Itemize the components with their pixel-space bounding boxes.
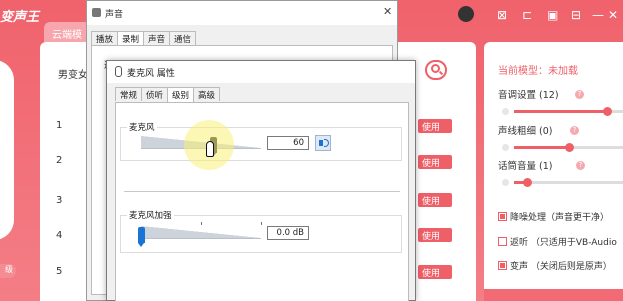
mic-properties-title: 麦克风 属性 <box>127 69 175 79</box>
mic-properties-tabs: 常规 侦听 级别 高级 <box>115 87 221 102</box>
bottom-bar <box>484 289 623 301</box>
mic-boost-label: 麦克风加强 <box>127 209 174 221</box>
use-button[interactable]: 使用 <box>418 155 452 169</box>
screen-icon[interactable]: ▣ <box>547 8 558 22</box>
speaker-icon <box>319 140 323 146</box>
video-icon[interactable]: ⊏ <box>522 8 532 22</box>
close-icon[interactable]: ✕ <box>383 5 392 18</box>
use-button[interactable]: 使用 <box>418 119 452 133</box>
checkbox-label: 降噪处理（声音更干净） <box>510 213 610 223</box>
mic-volume-slider-knob[interactable] <box>523 178 533 187</box>
help-icon[interactable]: ? <box>575 90 584 99</box>
mic-level-label: 麦克风 <box>127 121 157 133</box>
avatar[interactable] <box>458 6 474 22</box>
help-icon[interactable]: ? <box>570 126 579 135</box>
mic-volume-label: 话筒音量 (1) <box>498 161 553 172</box>
pitch-slider-knob[interactable] <box>602 107 612 116</box>
noise-reduction-checkbox[interactable]: 降噪处理（声音更干净） <box>498 210 609 223</box>
share-icon[interactable]: ⊠ <box>497 8 507 22</box>
tab-advanced[interactable]: 高级 <box>193 87 221 101</box>
window-icon[interactable]: ⊟ <box>571 8 581 22</box>
sound-tabs: 播放 录制 声音 通信 <box>91 31 197 46</box>
tab-communications[interactable]: 通信 <box>169 31 197 45</box>
checkbox-icon <box>498 261 507 270</box>
timbre-slider-fill <box>514 146 569 149</box>
mic-level-group: 麦克风 60 <box>120 121 402 161</box>
pitch-label: 音调设置 (12) <box>498 90 559 101</box>
pitch-slider[interactable] <box>514 107 623 116</box>
use-button[interactable]: 使用 <box>418 265 452 279</box>
row-number: 4 <box>56 230 63 241</box>
sound-dialog-titlebar: 声音 ✕ <box>87 1 397 25</box>
boost-slider-track[interactable] <box>141 226 261 238</box>
sound-dialog-title: 声音 <box>105 10 124 20</box>
left-side-panel <box>0 60 14 240</box>
checkbox-label: 变声 （关闭后则是原声） <box>510 262 612 272</box>
hand-cursor-icon <box>206 141 214 157</box>
slider-step-dot <box>502 108 509 115</box>
speaker-icon <box>92 8 101 17</box>
mic-properties-dialog: 麦克风 属性 常规 侦听 级别 高级 麦克风 60 麦克风加强 0.0 dB <box>106 60 416 301</box>
slider-step-dot <box>502 144 509 151</box>
row-number: 1 <box>56 120 63 131</box>
speaker-wave-icon <box>324 139 329 147</box>
mic-level-value[interactable]: 60 <box>267 136 309 150</box>
help-icon[interactable]: ? <box>576 161 585 170</box>
app-logo: 变声王 <box>0 10 40 25</box>
mic-mute-button[interactable] <box>315 135 331 151</box>
tab-sounds[interactable]: 声音 <box>143 31 171 45</box>
minimize-icon[interactable]: — <box>592 8 604 22</box>
levels-panel: 麦克风 60 麦克风加强 0.0 dB <box>115 102 409 301</box>
checkbox-icon <box>498 237 507 246</box>
tab-listen[interactable]: 侦听 <box>141 87 169 101</box>
timbre-slider[interactable] <box>514 143 623 152</box>
left-level-pill[interactable]: 级 <box>0 264 16 278</box>
row-number: 2 <box>56 155 63 166</box>
boost-slider-thumb[interactable] <box>138 227 145 247</box>
checkbox-icon <box>498 212 507 221</box>
mic-properties-titlebar: 麦克风 属性 <box>107 61 415 83</box>
microphone-icon <box>115 66 122 77</box>
timbre-slider-knob[interactable] <box>564 143 574 152</box>
tab-recording[interactable]: 录制 <box>117 31 145 46</box>
timbre-label: 声线粗细 (0) <box>498 126 553 137</box>
pitch-slider-fill <box>514 110 607 113</box>
mic-boost-group: 麦克风加强 0.0 dB <box>120 209 402 253</box>
tab-general[interactable]: 常规 <box>115 87 143 101</box>
checkbox-label: 返听 （只适用于VB-Audio <box>510 238 617 248</box>
use-button[interactable]: 使用 <box>418 228 452 242</box>
close-icon[interactable]: ✕ <box>608 8 618 22</box>
boost-tick <box>261 222 262 225</box>
row-number: 5 <box>56 266 63 277</box>
tab-playback[interactable]: 播放 <box>91 31 119 45</box>
mic-volume-slider[interactable] <box>514 178 623 187</box>
monitor-checkbox[interactable]: 返听 （只适用于VB-Audio <box>498 235 617 248</box>
row-number: 3 <box>56 195 63 206</box>
separator <box>124 191 400 192</box>
current-model-label: 当前模型：未加载 <box>498 66 578 77</box>
tab-levels[interactable]: 级别 <box>167 87 195 102</box>
boost-tick <box>201 222 202 225</box>
use-button[interactable]: 使用 <box>418 193 452 207</box>
search-icon <box>431 64 440 73</box>
voice-change-checkbox[interactable]: 变声 （关闭后则是原声） <box>498 259 612 272</box>
boost-slider-base <box>141 238 261 239</box>
boost-level-value[interactable]: 0.0 dB <box>267 226 309 240</box>
voice-type-label: 男变女 <box>58 70 88 81</box>
slider-step-dot <box>502 179 509 186</box>
